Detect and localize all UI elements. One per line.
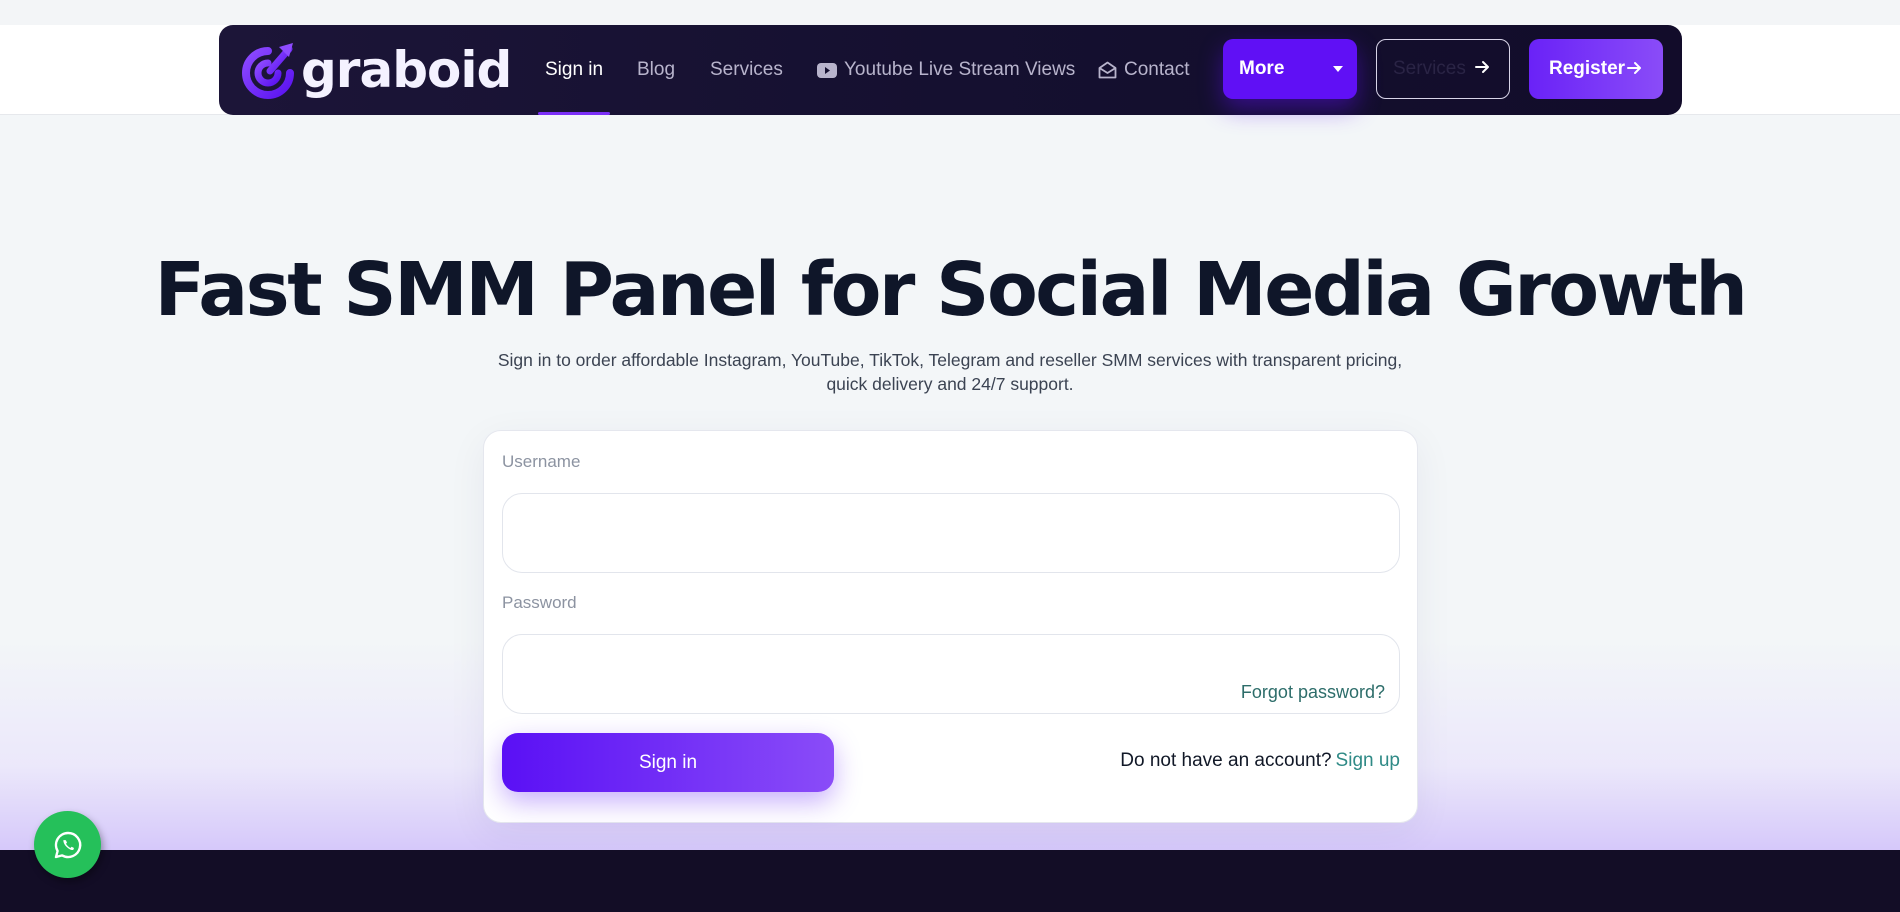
main-navbar: graboid Sign in Blog Services Youtube Li…	[219, 25, 1682, 115]
services-button[interactable]: Services	[1376, 39, 1510, 99]
arrow-right-icon	[1627, 62, 1641, 74]
nav-blog[interactable]: Blog	[637, 25, 675, 115]
youtube-icon	[817, 62, 837, 78]
whatsapp-icon	[54, 831, 81, 858]
username-label: Username	[502, 452, 581, 471]
no-account-text: Do not have an account?	[1120, 750, 1332, 771]
nav-services-label: Services	[710, 59, 783, 80]
password-label: Password	[502, 593, 577, 612]
top-strip	[0, 0, 1900, 25]
more-dropdown-button[interactable]: More	[1223, 39, 1357, 99]
nav-services[interactable]: Services	[710, 25, 783, 115]
envelope-open-icon	[1098, 61, 1117, 79]
logo-text: graboid	[301, 41, 512, 99]
hero-title: Fast SMM Panel for Social Media Growth	[154, 247, 1748, 333]
services-button-label: Services	[1393, 58, 1466, 79]
nav-sign-in-label: Sign in	[545, 59, 604, 80]
graboid-logo-icon	[242, 43, 294, 99]
logo[interactable]: graboid	[237, 37, 512, 103]
signup-prompt: Do not have an account? Sign up	[1120, 750, 1400, 772]
nav-youtube-label: Youtube Live Stream Views	[844, 59, 1076, 80]
nav-contact-label: Contact	[1124, 59, 1190, 80]
sign-up-link[interactable]: Sign up	[1336, 750, 1400, 771]
register-button-label: Register	[1549, 58, 1626, 79]
footer-bar	[0, 850, 1900, 912]
hero-subtitle: Sign in to order affordable Instagram, Y…	[497, 350, 1403, 394]
whatsapp-chat-button[interactable]	[34, 811, 101, 878]
nav-contact[interactable]: Contact	[1098, 25, 1189, 115]
arrow-right-icon	[1475, 61, 1489, 73]
more-label: More	[1239, 58, 1285, 79]
username-input[interactable]	[502, 493, 1400, 573]
nav-sign-in[interactable]: Sign in	[538, 25, 611, 115]
login-card: Username Password Forgot password? Sign …	[483, 430, 1418, 823]
nav-youtube-live-stream-views[interactable]: Youtube Live Stream Views	[817, 25, 1075, 115]
register-button[interactable]: Register	[1529, 39, 1663, 99]
active-tab-indicator	[538, 112, 611, 115]
nav-blog-label: Blog	[637, 59, 676, 80]
caret-down-icon	[1333, 66, 1343, 72]
forgot-password-link[interactable]: Forgot password?	[1241, 682, 1385, 703]
sign-in-button[interactable]: Sign in	[502, 733, 834, 792]
